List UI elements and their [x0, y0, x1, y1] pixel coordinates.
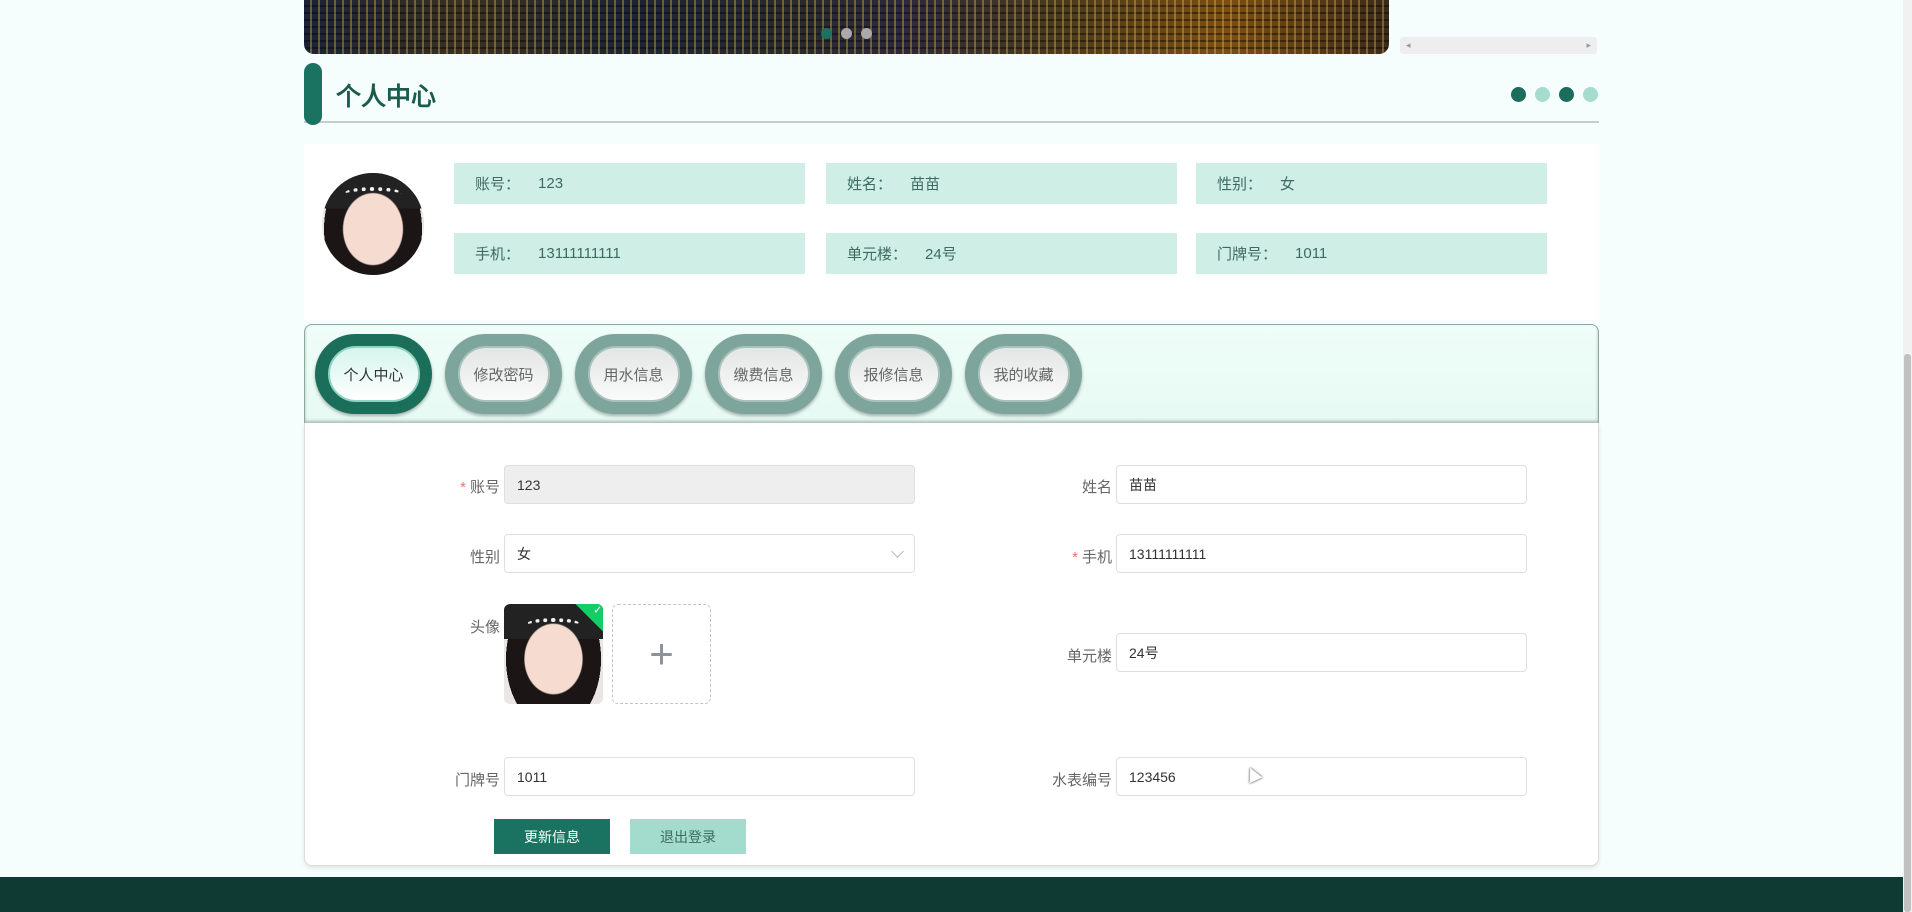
tab-label: 修改密码 [457, 346, 550, 402]
tab-favorites[interactable]: 我的收藏 [965, 334, 1082, 414]
gender-select[interactable]: 女 [504, 534, 915, 573]
name-label: 姓名 [1081, 479, 1112, 496]
info-label: 性别： [1217, 176, 1263, 193]
meter-input[interactable]: 123456 [1116, 757, 1527, 796]
tab-label: 缴费信息 [717, 346, 810, 402]
carousel-dot[interactable] [861, 28, 872, 39]
logout-button[interactable]: 退出登录 [630, 819, 746, 854]
label-text: 账号 [469, 479, 500, 496]
door-label: 门牌号 [454, 772, 500, 789]
carousel-dot[interactable] [841, 28, 852, 39]
gender-label: 性别 [469, 549, 500, 566]
tab-repair[interactable]: 报修信息 [835, 334, 952, 414]
required-mark: * [1072, 549, 1078, 566]
tab-bar: 个人中心 修改密码 用水信息 缴费信息 报修信息 我的收藏 [304, 324, 1599, 424]
tab-payment[interactable]: 缴费信息 [705, 334, 822, 414]
tab-water-usage[interactable]: 用水信息 [575, 334, 692, 414]
required-mark: * [460, 479, 466, 496]
building-label: 单元楼 [1066, 648, 1112, 665]
meter-label: 水表编号 [1051, 772, 1112, 789]
gender-value: 女 [517, 545, 531, 562]
info-value: 1011 [1295, 245, 1328, 262]
info-value: 女 [1280, 176, 1296, 193]
scroll-right-icon[interactable]: ▸ [1586, 40, 1591, 51]
tab-change-password[interactable]: 修改密码 [445, 334, 562, 414]
uploaded-avatar[interactable]: ✓ [504, 604, 603, 704]
name-input[interactable]: 苗苗 [1116, 465, 1527, 504]
banner-carousel[interactable] [304, 0, 1389, 54]
decor-dot [1559, 87, 1574, 102]
decor-dot [1511, 87, 1526, 102]
info-value: 苗苗 [910, 176, 941, 193]
upload-avatar-button[interactable]: + [612, 604, 711, 704]
tab-label: 用水信息 [587, 346, 680, 402]
building-input[interactable]: 24号 [1116, 633, 1527, 672]
phone-label: * 手机 [992, 546, 1112, 567]
account-input[interactable]: 123 [504, 465, 915, 504]
tab-label: 我的收藏 [977, 346, 1070, 402]
tab-label: 报修信息 [847, 346, 940, 402]
info-name: 姓名： 苗苗 [826, 163, 1177, 204]
tab-personal-center[interactable]: 个人中心 [315, 334, 432, 414]
info-building: 单元楼： 24号 [826, 233, 1177, 274]
horizontal-scrollbar[interactable]: ◂ ▸ [1400, 37, 1597, 54]
phone-input[interactable]: 13111111111 [1116, 534, 1527, 573]
avatar [322, 173, 424, 275]
section-header: 个人中心 [304, 63, 1599, 125]
page-title: 个人中心 [336, 83, 437, 111]
decor-dot [1583, 87, 1598, 102]
info-value: 13111111111 [538, 245, 621, 262]
update-info-button[interactable]: 更新信息 [494, 819, 610, 854]
info-door: 门牌号： 1011 [1196, 233, 1547, 274]
label-text: 手机 [1081, 549, 1112, 566]
vertical-scrollbar[interactable] [1903, 0, 1912, 912]
info-value: 24号 [925, 246, 957, 263]
carousel-dot[interactable] [821, 28, 832, 39]
tab-label: 个人中心 [327, 346, 420, 402]
scrollbar-thumb[interactable] [1904, 354, 1911, 912]
door-input[interactable]: 1011 [504, 757, 915, 796]
chevron-down-icon [891, 545, 904, 558]
info-value: 123 [538, 175, 564, 192]
info-label: 姓名： [847, 176, 893, 193]
info-label: 账号： [475, 176, 521, 193]
scroll-left-icon[interactable]: ◂ [1406, 40, 1411, 51]
info-label: 手机： [475, 246, 521, 263]
info-account: 账号： 123 [454, 163, 805, 204]
account-label: * 账号 [380, 476, 500, 497]
footer [0, 877, 1903, 912]
decor-dot [1535, 87, 1550, 102]
avatar-label: 头像 [469, 619, 500, 636]
info-phone: 手机： 13111111111 [454, 233, 805, 274]
title-accent [304, 63, 322, 125]
info-label: 门牌号： [1217, 246, 1278, 263]
check-icon: ✓ [593, 604, 603, 617]
info-label: 单元楼： [847, 246, 908, 263]
user-info-card: 账号： 123 姓名： 苗苗 性别： 女 手机： 13111111111 单元楼： 24号… [304, 144, 1599, 320]
info-gender: 性别： 女 [1196, 163, 1547, 204]
